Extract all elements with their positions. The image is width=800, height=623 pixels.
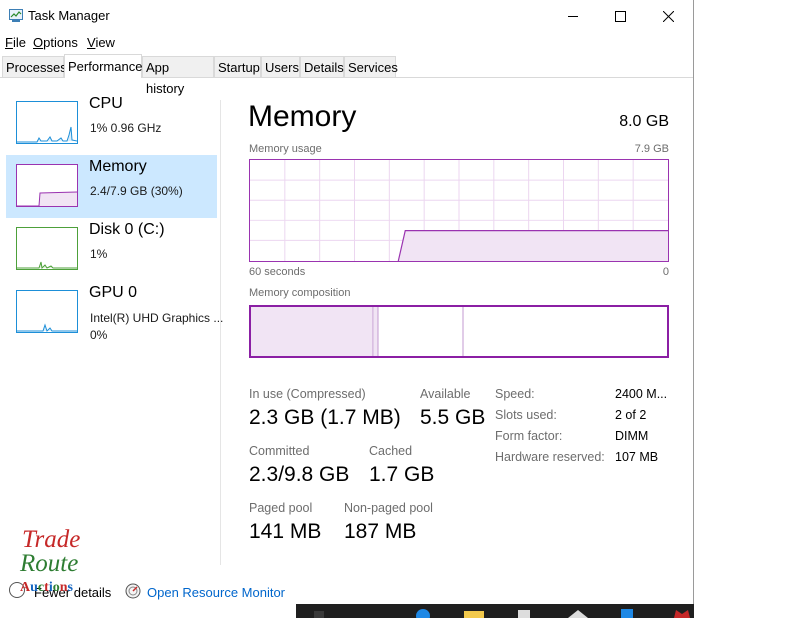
speed-label: Speed: xyxy=(495,387,535,401)
taskbar-icons xyxy=(314,609,690,623)
sidebar-item-label: Disk 0 (C:) xyxy=(89,221,165,238)
memory-composition-bar xyxy=(249,305,669,358)
memory-usage-label: Memory usage xyxy=(249,143,322,155)
non-paged-pool-value: 187 MB xyxy=(344,520,417,543)
close-icon xyxy=(662,10,674,22)
tab-details[interactable]: Details xyxy=(300,56,344,77)
menu-options-accesskey: O xyxy=(33,35,44,50)
form-factor-label: Form factor: xyxy=(495,429,563,443)
graph-time-left: 60 seconds xyxy=(249,266,306,278)
resource-monitor-icon xyxy=(125,583,141,599)
sidebar-item-memory[interactable]: Memory 2.4/7.9 GB (30%) xyxy=(6,155,217,218)
gpu-thumbnail-graph xyxy=(16,290,78,333)
tab-users[interactable]: Users xyxy=(261,56,300,77)
memory-usage-graph xyxy=(249,159,669,262)
in-use-label: In use (Compressed) xyxy=(249,387,366,401)
menu-options-label: ptions xyxy=(43,35,78,50)
form-factor-value: DIMM xyxy=(615,429,649,443)
window-title: Task Manager xyxy=(28,8,110,23)
committed-label: Committed xyxy=(249,444,310,458)
trade-route-auctions-watermark: Trade Route Auctions xyxy=(18,526,90,595)
sidebar-item-cpu[interactable]: CPU 1% 0.96 GHz xyxy=(6,92,217,155)
menu-file[interactable]: File xyxy=(5,35,26,50)
close-button[interactable] xyxy=(645,0,691,32)
menu-view[interactable]: View xyxy=(87,35,115,50)
sidebar-item-label: CPU xyxy=(89,95,123,112)
maximize-button[interactable] xyxy=(597,0,643,32)
cached-value: 1.7 GB xyxy=(369,463,435,486)
sidebar-item-status: 1% 0.96 GHz xyxy=(90,121,162,135)
tab-processes[interactable]: Processes xyxy=(2,56,67,77)
speed-value: 2400 M... xyxy=(615,387,668,401)
paged-pool-label: Paged pool xyxy=(249,501,313,515)
open-resource-monitor-link[interactable]: Open Resource Monitor xyxy=(147,585,285,600)
slots-used-value: 2 of 2 xyxy=(615,408,647,422)
graph-time-right: 0 xyxy=(662,266,669,278)
slots-used-label: Slots used: xyxy=(495,408,557,422)
sidebar-item-disk[interactable]: Disk 0 (C:) 1% xyxy=(6,218,217,281)
tab-performance[interactable]: Performance xyxy=(64,54,142,78)
available-label: Available xyxy=(420,387,471,401)
sidebar-item-label: GPU 0 xyxy=(89,284,138,301)
sidebar-item-label: Memory xyxy=(89,158,147,175)
memory-thumbnail-graph xyxy=(16,164,78,207)
window-border xyxy=(693,0,694,604)
paged-pool-value: 141 MB xyxy=(249,520,322,543)
menu-file-accesskey: F xyxy=(5,35,13,50)
available-value: 5.5 GB xyxy=(420,406,486,429)
non-paged-pool-label: Non-paged pool xyxy=(344,501,433,515)
minimize-button[interactable] xyxy=(550,0,596,32)
page-title: Memory xyxy=(248,100,357,133)
tab-app-history[interactable]: App history xyxy=(142,56,214,96)
tab-services[interactable]: Services xyxy=(344,56,398,77)
hardware-reserved-label: Hardware reserved: xyxy=(495,450,605,464)
minimize-icon xyxy=(568,16,578,17)
sidebar-item-status: 2.4/7.9 GB (30%) xyxy=(90,184,183,198)
in-use-value: 2.3 GB (1.7 MB) xyxy=(249,406,401,429)
maximize-icon xyxy=(614,10,626,22)
menu-file-label: ile xyxy=(12,35,26,50)
cpu-thumbnail-graph xyxy=(16,101,78,144)
menu-options[interactable]: Options xyxy=(33,35,78,50)
sidebar-item-usage: 0% xyxy=(90,328,108,342)
committed-value: 2.3/9.8 GB xyxy=(249,463,350,486)
sidebar-item-status: 1% xyxy=(90,247,108,261)
task-manager-app-icon xyxy=(9,9,23,22)
memory-usage-max: 7.9 GB xyxy=(634,143,669,155)
memory-total: 8.0 GB xyxy=(619,113,669,130)
menu-view-label: iew xyxy=(95,35,115,50)
memory-composition-label: Memory composition xyxy=(249,287,351,299)
sidebar-item-status: Intel(R) UHD Graphics ... xyxy=(90,311,224,325)
disk-thumbnail-graph xyxy=(16,227,78,270)
cached-label: Cached xyxy=(369,444,413,458)
sidebar-item-gpu[interactable]: GPU 0 Intel(R) UHD Graphics ... 0% xyxy=(6,281,223,344)
watermark-line-2: Route xyxy=(20,550,79,577)
taskbar xyxy=(296,604,694,623)
hardware-reserved-value: 107 MB xyxy=(615,450,659,464)
watermark-line-3: Auctions xyxy=(20,580,73,595)
sidebar-divider xyxy=(220,100,221,565)
tab-startup[interactable]: Startup xyxy=(214,56,261,77)
